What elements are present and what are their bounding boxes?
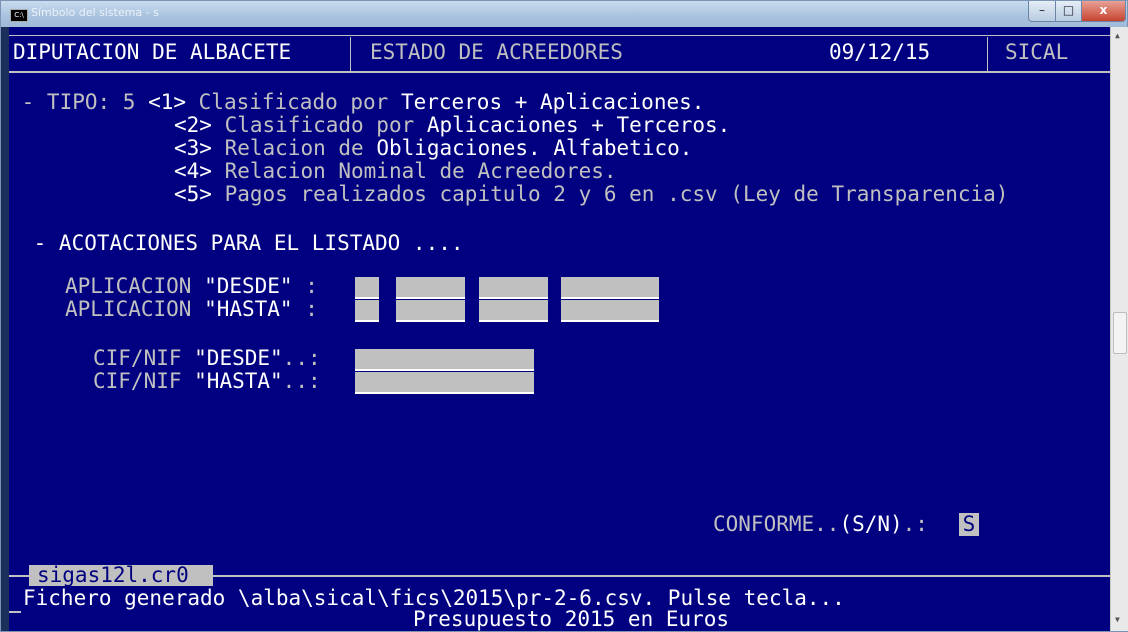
aplicacion-hasta-econ-input[interactable]	[479, 300, 548, 322]
aplicacion-hasta-sub-input[interactable]	[561, 300, 659, 322]
header-separator	[987, 37, 988, 72]
field-label: CIF/NIF	[93, 346, 195, 370]
aplicacion-hasta-org-input[interactable]	[355, 300, 379, 322]
tipo-option-text: Relacion de	[211, 136, 377, 160]
maximize-button[interactable]: □	[1055, 1, 1082, 22]
tipo-line-1: - TIPO: 5 <1> Clasificado por Terceros +…	[9, 90, 705, 114]
title-bar[interactable]: C:\ Símbolo del sistema - s – □ x	[1, 1, 1127, 27]
acotaciones-heading: - ACOTACIONES PARA EL LISTADO ....	[21, 231, 464, 255]
field-label: APLICACION	[65, 274, 205, 298]
header-org: DIPUTACION DE ALBACETE	[13, 40, 292, 64]
header-date: 09/12/15	[829, 40, 931, 64]
tipo-option-text: Relacion Nominal de Acreedores.	[211, 159, 617, 183]
header-separator	[350, 37, 351, 72]
field-label: CIF/NIF	[93, 369, 195, 393]
tipo-line-5: <5> Pagos realizados capitulo 2 y 6 en .…	[174, 183, 1008, 206]
aplicacion-desde-sub-input[interactable]	[561, 277, 659, 299]
field-qualifier: "DESDE"	[194, 346, 283, 370]
header-bottom-rule	[9, 71, 1110, 73]
conforme-hint: (S/N)	[839, 512, 903, 536]
cif-hasta-label: CIF/NIF "HASTA"..:	[93, 370, 321, 393]
tipo-option-key: <3>	[174, 136, 212, 160]
field-colon: :	[292, 274, 318, 298]
cmd-app-icon[interactable]: C:\	[10, 9, 28, 22]
cif-desde-input[interactable]	[355, 349, 534, 371]
tipo-option-key: <4>	[174, 159, 212, 183]
vertical-scrollbar[interactable]: ▲ ▼	[1110, 27, 1128, 631]
tipo-prefix: - TIPO: 5	[9, 90, 149, 114]
aplicacion-hasta-label: APLICACION "HASTA" :	[65, 298, 318, 321]
conforme-colon: .:	[902, 512, 941, 536]
text-cursor	[9, 611, 21, 613]
conforme-prompt: CONFORME..(S/N).:	[713, 513, 941, 536]
tipo-option-highlight: Terceros + Aplicaciones.	[400, 90, 705, 114]
aplicacion-hasta-prog-input[interactable]	[396, 300, 465, 322]
aplicacion-desde-econ-input[interactable]	[479, 277, 548, 299]
conforme-label: CONFORME..	[713, 512, 840, 536]
program-file-tab: sigas12l.cr0	[29, 565, 213, 586]
footer-presupuesto: Presupuesto 2015 en Euros	[413, 607, 730, 631]
aplicacion-desde-org-input[interactable]	[355, 277, 379, 299]
tipo-option-key: <2>	[174, 113, 212, 137]
tipo-option-text: Clasificado por	[211, 113, 427, 137]
tipo-line-4: <4> Relacion Nominal de Acreedores.	[174, 160, 617, 183]
tipo-option-text: Pagos realizados capitulo 2 y 6 en .csv …	[211, 182, 1009, 206]
aplicacion-desde-label: APLICACION "DESDE" :	[65, 275, 318, 298]
conforme-input[interactable]: S	[959, 513, 979, 536]
console-screen[interactable]: DIPUTACION DE ALBACETE ESTADO DE ACREEDO…	[9, 27, 1110, 631]
console-window: C:\ Símbolo del sistema - s – □ x DIPUTA…	[0, 0, 1128, 632]
minimize-button[interactable]: –	[1028, 1, 1056, 22]
header-app: SICAL	[1005, 40, 1069, 64]
field-colon: ..:	[282, 346, 321, 370]
tipo-line-3: <3> Relacion de Obligaciones. Alfabetico…	[174, 137, 692, 160]
field-qualifier: "HASTA"	[204, 297, 293, 321]
window-title: Símbolo del sistema - s	[31, 6, 159, 19]
tipo-option-key: <5>	[174, 182, 212, 206]
tipo-option-highlight: Aplicaciones + Terceros.	[426, 113, 731, 137]
tipo-option-key: <1>	[148, 90, 187, 114]
field-qualifier: "HASTA"	[194, 369, 283, 393]
tipo-option-highlight: Obligaciones. Alfabetico.	[376, 136, 693, 160]
field-colon: :	[292, 297, 318, 321]
tipo-line-2: <2> Clasificado por Aplicaciones + Terce…	[174, 114, 730, 137]
close-button[interactable]: x	[1081, 1, 1126, 22]
aplicacion-desde-prog-input[interactable]	[396, 277, 465, 299]
field-label: APLICACION	[65, 297, 205, 321]
scroll-up-icon[interactable]: ▲	[1115, 31, 1120, 40]
scroll-thumb[interactable]	[1113, 312, 1127, 354]
header-top-rule	[9, 35, 1110, 36]
cif-hasta-input[interactable]	[355, 372, 534, 394]
header-screen-title: ESTADO DE ACREEDORES	[370, 40, 623, 64]
tipo-option-text: Clasificado por	[186, 90, 401, 114]
cif-desde-label: CIF/NIF "DESDE"..:	[93, 347, 321, 370]
scroll-down-icon[interactable]: ▼	[1115, 615, 1120, 624]
field-qualifier: "DESDE"	[204, 274, 293, 298]
field-colon: ..:	[282, 369, 321, 393]
